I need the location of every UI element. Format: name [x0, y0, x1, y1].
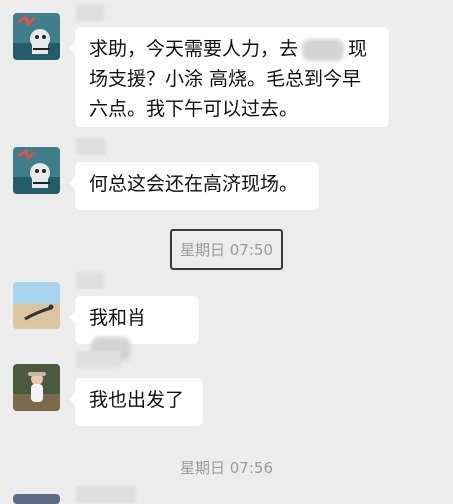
timestamp-label: 星期日 07:56 — [180, 459, 273, 477]
avatar-image — [13, 282, 60, 329]
message-bubble[interactable]: 求助，今天需要人力，去 现 场支援？小涂 高烧。毛总到今早 六点。我下午可以过去。 — [69, 27, 389, 127]
sender-name-redacted — [76, 4, 104, 21]
message-bubble[interactable]: 我也出发了 — [69, 378, 203, 426]
timestamp-label: 星期日 07:50 — [170, 229, 283, 270]
chat-window: 求助，今天需要人力，去 现 场支援？小涂 高烧。毛总到今早 六点。我下午可以过去。… — [0, 0, 453, 504]
avatar[interactable] — [13, 494, 60, 504]
message-line: 六点。我下午可以过去。 — [89, 98, 299, 120]
message-text: 何总这会还在高济现场。 — [89, 173, 299, 195]
message-line: 场支援？小涂 高烧。毛总到今早 — [89, 68, 362, 90]
message-bubble[interactable]: 何总这会还在高济现场。 — [69, 162, 319, 210]
timestamp: 星期日 07:56 — [0, 457, 453, 478]
sender-name-redacted — [76, 138, 106, 155]
message-text: 我和肖 — [89, 307, 147, 329]
redacted-text — [302, 38, 345, 61]
avatar-image — [13, 13, 60, 60]
message-text: 我也出发了 — [89, 389, 185, 411]
avatar[interactable] — [13, 147, 60, 194]
avatar-image — [13, 364, 60, 411]
message-text: 现 — [348, 38, 368, 60]
sender-name-redacted — [76, 486, 136, 503]
sender-name-redacted — [76, 272, 104, 289]
sender-name-redacted — [76, 351, 121, 368]
timestamp: 星期日 07:50 — [0, 229, 453, 270]
message-text: 求助，今天需要人力，去 — [89, 38, 299, 60]
avatar[interactable] — [13, 364, 60, 411]
message-line: 求助，今天需要人力，去 现 — [89, 34, 375, 64]
avatar[interactable] — [13, 282, 60, 329]
message-bubble[interactable]: 我和肖 — [69, 296, 199, 361]
avatar[interactable] — [13, 13, 60, 60]
avatar-image — [13, 147, 60, 194]
